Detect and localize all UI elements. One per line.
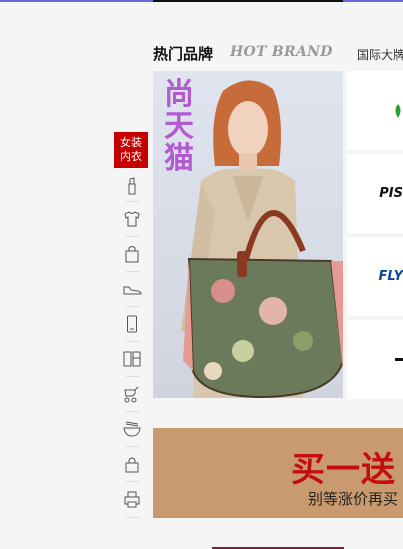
- lock-icon[interactable]: [122, 454, 142, 474]
- promo-banner[interactable]: 买一送 别等涨价再买: [153, 428, 403, 518]
- printer-icon[interactable]: [122, 489, 142, 509]
- category-sidebar: 女装 内衣: [114, 132, 152, 518]
- top-accent-line: [153, 0, 343, 2]
- divider: [126, 376, 140, 377]
- hero-banner[interactable]: 尚 天 猫: [153, 71, 343, 398]
- shoe-icon[interactable]: [122, 280, 142, 300]
- bag-icon[interactable]: [122, 244, 142, 264]
- promo-subtitle: 别等涨价再买: [308, 490, 399, 508]
- phone-icon[interactable]: [122, 314, 142, 334]
- divider: [126, 517, 140, 518]
- brand-logo-text: FLY: [378, 269, 403, 284]
- brand-logo-icon: [395, 103, 401, 118]
- divider: [126, 481, 140, 482]
- section-title: 热门品牌: [153, 45, 214, 63]
- divider: [126, 306, 140, 307]
- fridge-icon[interactable]: [122, 349, 142, 369]
- lipstick-icon[interactable]: [122, 176, 142, 196]
- divider: [126, 201, 140, 202]
- divider: [126, 271, 140, 272]
- top-accent-line: [343, 0, 403, 2]
- brand-tile[interactable]: FLY: [347, 237, 403, 316]
- section-subtitle: HOT BRAND: [230, 44, 333, 60]
- tshirt-icon[interactable]: [122, 209, 142, 229]
- category-badge-line1: 女装: [120, 136, 142, 149]
- brand-tile[interactable]: [347, 320, 403, 399]
- stroller-icon[interactable]: [122, 384, 142, 404]
- international-brands-link[interactable]: 国际大牌: [357, 46, 403, 63]
- brand-logo-grid: PIS FLY: [347, 71, 403, 401]
- category-badge-line2: 内衣: [120, 150, 142, 163]
- brand-tile[interactable]: [347, 71, 403, 150]
- category-badge-womenswear[interactable]: 女装 内衣: [114, 132, 148, 168]
- divider: [126, 411, 140, 412]
- brand-logo-icon: [395, 357, 403, 361]
- top-accent-line: [0, 0, 153, 2]
- divider: [126, 236, 140, 237]
- bowl-icon[interactable]: [122, 419, 142, 439]
- brand-logo-text: PIS: [379, 186, 403, 201]
- divider: [126, 446, 140, 447]
- divider: [126, 341, 140, 342]
- brand-tile[interactable]: PIS: [347, 154, 403, 233]
- promo-title: 买一送: [291, 450, 396, 490]
- hero-title: 尚 天 猫: [164, 77, 194, 176]
